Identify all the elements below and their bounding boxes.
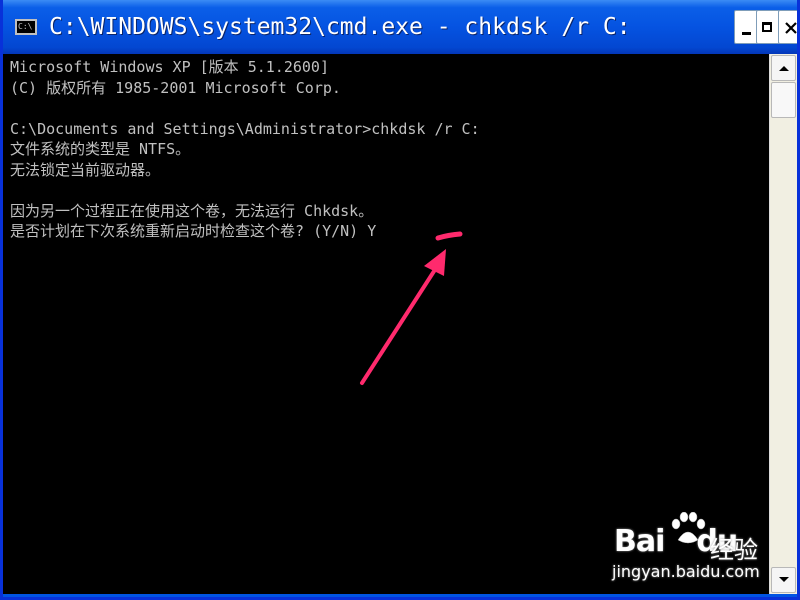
watermark-url: jingyan.baidu.com <box>612 562 760 581</box>
close-icon <box>785 22 797 34</box>
maximize-button[interactable] <box>756 10 780 44</box>
console-line: 因为另一个过程正在使用这个卷，无法运行 Chkdsk。 <box>10 201 374 220</box>
console-line: (C) 版权所有 1985-2001 Microsoft Corp. <box>10 78 341 97</box>
console-line: Microsoft Windows XP [版本 5.1.2600] <box>10 58 329 76</box>
console-line: C:\Documents and Settings\Administrator>… <box>10 119 480 138</box>
console-line: 是否计划在下次系统重新启动时检查这个卷? (Y/N) Y <box>10 222 377 240</box>
close-button[interactable] <box>778 10 797 44</box>
arrow-up-icon <box>779 66 789 71</box>
title-bar[interactable]: C:\ C:\WINDOWS\system32\cmd.exe - chkdsk… <box>3 0 797 54</box>
baidu-jingyan-watermark: Bai du 经验 jingyan.baidu.com <box>612 512 792 582</box>
cmd-app-icon[interactable]: C:\ <box>15 19 37 35</box>
cmd-window: C:\ C:\WINDOWS\system32\cmd.exe - chkdsk… <box>0 0 800 600</box>
console-text: Microsoft Windows XP [版本 5.1.2600] (C) 版权… <box>10 57 480 242</box>
minimize-button[interactable] <box>734 10 758 44</box>
console-line: 无法锁定当前驱动器。 <box>10 160 161 179</box>
console-line: 文件系统的类型是 NTFS。 <box>10 140 191 158</box>
window-title: C:\WINDOWS\system32\cmd.exe - chkdsk /r … <box>49 14 631 40</box>
jingyan-label: 经验 <box>710 536 758 564</box>
scroll-thumb[interactable] <box>771 82 796 118</box>
scroll-up-button[interactable] <box>771 55 796 81</box>
